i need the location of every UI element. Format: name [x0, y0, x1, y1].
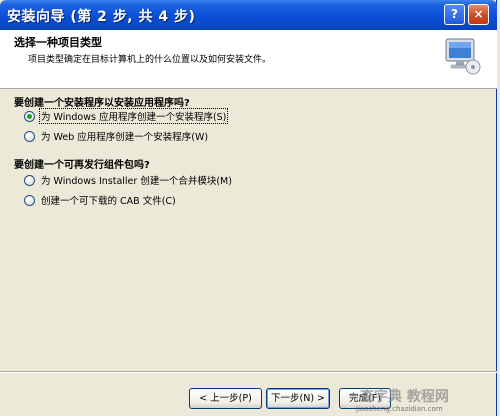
- footer-separator: [0, 371, 497, 373]
- wizard-header: 选择一种项目类型 项目类型确定在目标计算机上的什么位置以及如何安装文件。: [0, 30, 497, 89]
- watermark-url: jiaocheng.chazidian.com: [356, 405, 443, 413]
- radio-option-merge-module[interactable]: 为 Windows Installer 创建一个合并模块(M): [24, 172, 233, 188]
- header-description: 项目类型确定在目标计算机上的什么位置以及如何安装文件。: [28, 55, 272, 65]
- watermark-text: 查字典 教程网: [360, 389, 449, 405]
- radio-option-web-app[interactable]: 为 Web 应用程序创建一个安装程序(W): [24, 128, 209, 144]
- computer-setup-icon: [445, 38, 481, 75]
- radio-option-windows-app[interactable]: 为 Windows 应用程序创建一个安装程序(S): [24, 108, 229, 124]
- watermark: 查字典 教程网 jiaocheng.chazidian.com: [352, 386, 497, 416]
- wizard-window: 安装向导 (第 2 步, 共 4 步) ? × 选择一种项目类型 项目类型确定在…: [0, 0, 497, 416]
- question-redistributable: 要创建一个可再发行组件包吗?: [14, 160, 150, 171]
- radio-button[interactable]: [24, 174, 35, 186]
- next-button[interactable]: 下一步(N) >: [266, 388, 330, 409]
- radio-button-checked[interactable]: [24, 110, 35, 122]
- back-button[interactable]: < 上一步(P): [189, 388, 262, 409]
- help-button[interactable]: ?: [444, 4, 465, 25]
- radio-button[interactable]: [24, 130, 35, 142]
- radio-option-cab-file[interactable]: 创建一个可下载的 CAB 文件(C): [24, 192, 177, 208]
- window-title: 安装向导 (第 2 步, 共 4 步): [7, 9, 196, 25]
- close-button[interactable]: ×: [468, 4, 489, 25]
- radio-button[interactable]: [24, 194, 35, 206]
- header-title: 选择一种项目类型: [14, 36, 102, 49]
- question-install-app: 要创建一个安装程序以安装应用程序吗?: [14, 98, 190, 109]
- option-label[interactable]: 创建一个可下载的 CAB 文件(C): [40, 193, 177, 207]
- title-bar[interactable]: 安装向导 (第 2 步, 共 4 步) ? ×: [0, 0, 497, 30]
- option-label[interactable]: 为 Web 应用程序创建一个安装程序(W): [40, 129, 209, 143]
- option-label[interactable]: 为 Windows 应用程序创建一个安装程序(S): [38, 108, 229, 124]
- option-label[interactable]: 为 Windows Installer 创建一个合并模块(M): [40, 173, 233, 187]
